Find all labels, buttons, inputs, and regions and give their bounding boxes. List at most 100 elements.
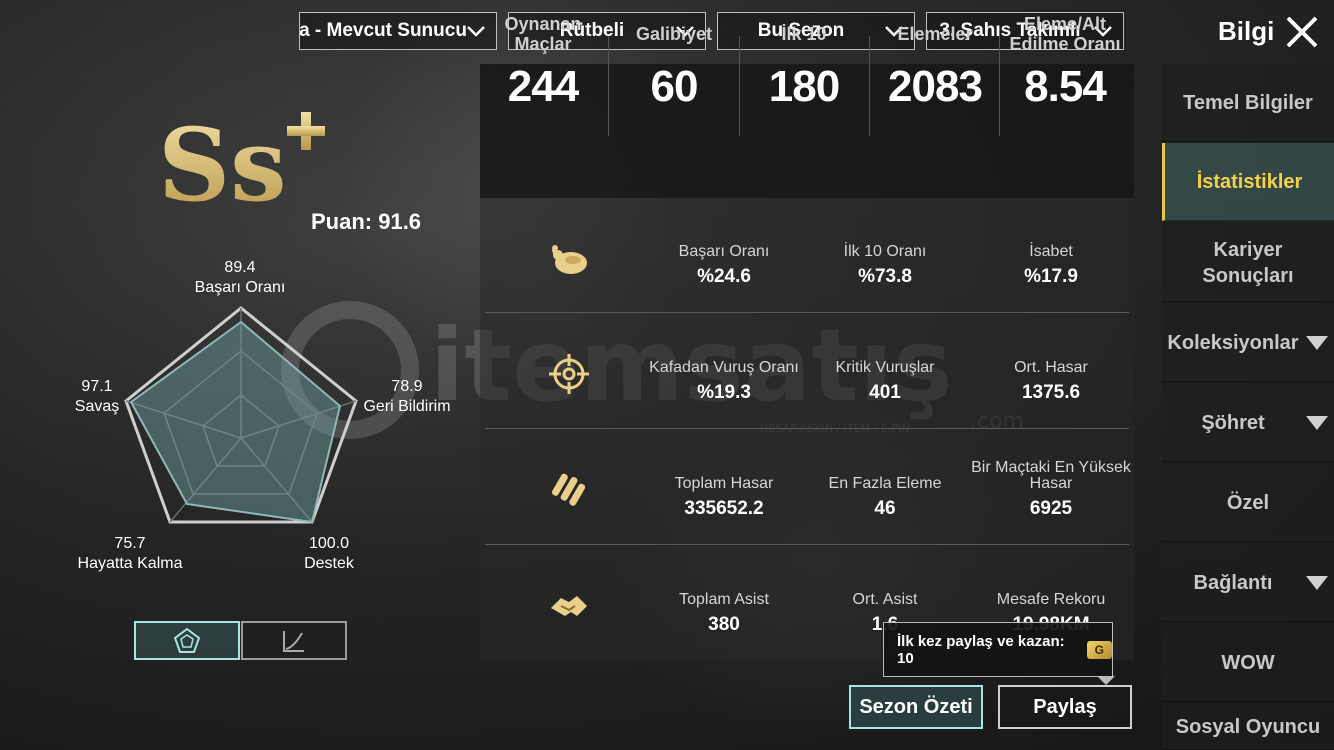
radar-axis-label: Geri Bildirim (363, 398, 451, 415)
sidebar-item-label: WOW (1221, 651, 1275, 674)
share-reward-tooltip: İlk kez paylaş ve kazan: 10 G (883, 622, 1113, 677)
sidebar-item-label: Temel Bilgiler (1183, 91, 1313, 114)
crosshair-icon (549, 354, 589, 394)
sidebar-item-connection[interactable]: Bağlantı (1162, 544, 1334, 622)
bullets-icon (551, 473, 586, 506)
stat-label: Toplam Hasar (674, 475, 774, 492)
stats-section-success: Başarı Oranı %24.6 İlk 10 Oranı %73.8 İs… (485, 204, 1129, 312)
stat-value: %73.8 (858, 266, 912, 287)
sidebar-item-label: Bağlantı (1193, 571, 1273, 594)
divider (485, 312, 1129, 313)
radar-value: 78.9 (391, 378, 423, 395)
radar-value-area (129, 320, 342, 524)
sidebar-item-social-player[interactable]: Sosyal Oyuncu (1162, 704, 1334, 750)
line-graph-icon (283, 630, 304, 652)
triangle-down-icon (1306, 575, 1328, 590)
divider (485, 428, 1129, 429)
stat-value: %17.9 (1024, 266, 1078, 287)
summary-kd: Eleme/Alt Edilme Oranı 8.54 (1000, 12, 1130, 112)
stat-label: Toplam Asist (679, 591, 769, 608)
sidebar-item-label: Koleksiyonlar (1167, 331, 1299, 354)
triangle-down-icon (1306, 415, 1328, 430)
radar-axis-label: Savaş (74, 398, 120, 415)
sidebar-item-career[interactable]: Kariyer Sonuçları (1162, 224, 1334, 302)
rank-tier: Ss (158, 108, 287, 208)
stat-value: 46 (874, 498, 896, 519)
rank-badge-icon: Ss (158, 108, 325, 208)
stat-value: 335652.2 (684, 498, 764, 519)
stat-label: Bir Maçtaki En Yüksek Hasar (971, 459, 1131, 492)
sidebar-item-label: İstatistikler (1196, 170, 1303, 193)
graph-view-toggle[interactable] (241, 621, 347, 660)
sidebar-item-basic-info[interactable]: Temel Bilgiler (1162, 64, 1334, 142)
stat-cell: İlk 10 Oranı %73.8 (800, 226, 970, 288)
stats-section-damage: Toplam Hasar 335652.2 En Fazla Eleme 46 … (485, 436, 1131, 544)
summary-value: 244 (507, 62, 579, 111)
radar-view-toggle[interactable] (134, 621, 240, 660)
sidebar-item-label: Özel (1226, 491, 1270, 514)
radar-label-feedback: 78.9 Geri Bildirim (352, 377, 462, 417)
handshake-icon (551, 596, 587, 616)
stat-value: 380 (708, 614, 740, 635)
tooltip-arrow (1097, 676, 1115, 685)
sidebar-item-label: Şöhret (1201, 411, 1265, 434)
summary-matches: Oynanan Maçlar 244 (478, 12, 608, 112)
stat-value: %19.3 (697, 382, 751, 403)
stat-cell: En Fazla Eleme 46 (800, 458, 970, 520)
stat-cell: Başarı Oranı %24.6 (639, 226, 809, 288)
radar-axis-label: Hayatta Kalma (77, 555, 183, 572)
triangle-down-icon (1306, 335, 1328, 350)
sidebar-item-collections[interactable]: Koleksiyonlar (1162, 304, 1334, 382)
stat-label: Başarı Oranı (678, 243, 770, 260)
divider (485, 544, 1129, 545)
sidebar-item-wow[interactable]: WOW (1162, 624, 1334, 702)
summary-value: 8.54 (1024, 62, 1107, 111)
tooltip-text: İlk kez paylaş ve kazan: 10 (897, 632, 1065, 667)
radar-axis-label: Destek (304, 555, 354, 572)
stat-cell: Toplam Asist 380 (639, 574, 809, 636)
pentagon-icon (173, 627, 201, 653)
radar-label-combat: 97.1 Savaş (62, 377, 132, 417)
stat-value: 1375.6 (1021, 382, 1081, 403)
server-dropdown[interactable]: a - Mevcut Sunucu (299, 12, 497, 50)
stat-value: %24.6 (697, 266, 751, 287)
stat-label: İsabet (1029, 243, 1073, 260)
stat-label: Mesafe Rekoru (996, 591, 1106, 608)
summary-label: İlk 10 (781, 24, 827, 44)
page-title: Bilgi (1218, 16, 1275, 46)
sidebar-item-statistics[interactable]: İstatistikler (1162, 143, 1334, 221)
stat-cell: Ort. Hasar 1375.6 (966, 342, 1136, 404)
season-summary-button[interactable]: Sezon Özeti (849, 685, 983, 729)
stat-cell: Kafadan Vuruş Oranı %19.3 (639, 342, 809, 404)
radar-value: 100.0 (308, 535, 350, 552)
stat-cell: Kritik Vuruşlar 401 (800, 342, 970, 404)
summary-label: Eleme/Alt Edilme Oranı (1009, 14, 1121, 54)
stats-section-accuracy: Kafadan Vuruş Oranı %19.3 Kritik Vuruşla… (485, 320, 1129, 428)
sidebar-item-special[interactable]: Özel (1162, 464, 1334, 542)
stat-label: Kafadan Vuruş Oranı (649, 359, 799, 376)
radar-value: 89.4 (224, 259, 256, 276)
radar-label-survival: 75.7 Hayatta Kalma (70, 534, 190, 574)
radar-axis-label: Başarı Oranı (194, 279, 286, 296)
stat-value: 401 (869, 382, 901, 403)
summary-value: 60 (650, 62, 699, 111)
stat-label: Kritik Vuruşlar (835, 359, 935, 376)
radar-label-success: 89.4 Başarı Oranı (180, 258, 300, 298)
sidebar-item-label: Sosyal Oyuncu (1175, 716, 1321, 738)
close-icon[interactable] (1284, 14, 1320, 50)
summary-label: Galibiyet (635, 24, 713, 44)
summary-kills: Elemeler 2083 (870, 12, 1000, 112)
sidebar-item-fame[interactable]: Şöhret (1162, 384, 1334, 462)
stat-label: Ort. Hasar (1014, 359, 1088, 376)
stat-cell: Toplam Hasar 335652.2 (639, 458, 809, 520)
stat-cell: İsabet %17.9 (966, 226, 1136, 288)
coin-icon: G (1086, 640, 1112, 659)
radar-label-support: 100.0 Destek (284, 534, 374, 574)
share-button[interactable]: Paylaş (998, 685, 1132, 729)
summary-value: 2083 (888, 62, 983, 111)
stat-label: En Fazla Eleme (828, 475, 942, 492)
summary-value: 180 (768, 62, 840, 111)
chicken-icon (551, 245, 587, 274)
stat-label: İlk 10 Oranı (843, 243, 927, 260)
summary-label: Elemeler (897, 24, 973, 44)
